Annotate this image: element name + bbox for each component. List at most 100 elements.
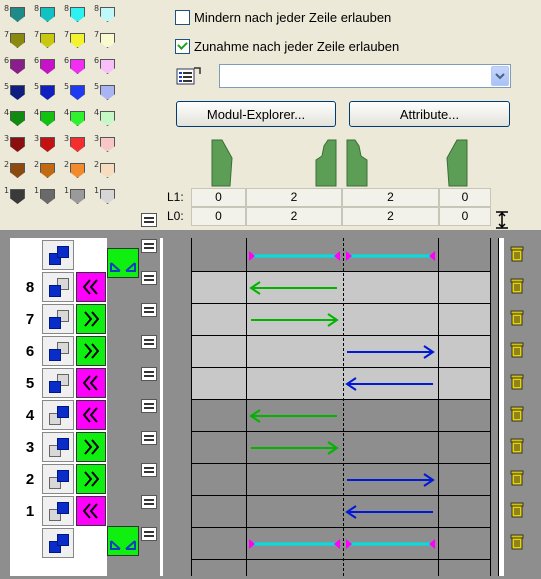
swatch-color-icon [10,163,25,178]
color-swatch[interactable]: 3 [34,135,60,157]
trash-icon[interactable] [509,374,525,390]
color-swatch[interactable]: 3 [64,135,90,157]
l0-cell[interactable]: 2 [342,207,439,226]
trash-icon[interactable] [509,438,525,454]
direction-left-button[interactable] [76,400,106,430]
trash-icon[interactable] [509,534,525,550]
l1-cell[interactable]: 0 [191,188,246,207]
color-swatch[interactable]: 4 [94,109,120,131]
color-swatch[interactable]: 6 [94,57,120,79]
l1-cell[interactable]: 2 [342,188,439,207]
color-swatch[interactable]: 7 [34,31,60,53]
chevron-down-icon[interactable] [491,66,509,86]
color-swatch[interactable]: 4 [4,109,30,131]
row-type-button[interactable] [42,432,74,462]
trash-icon[interactable] [509,502,525,518]
color-swatch[interactable]: 6 [4,57,30,79]
module-explorer-button[interactable]: Modul-Explorer... [176,101,336,127]
color-swatch[interactable]: 1 [34,187,60,209]
row-number: 4 [25,407,35,424]
turn-marker-icon[interactable] [107,526,139,556]
color-swatch[interactable]: 1 [64,187,90,209]
color-swatch[interactable]: 3 [94,135,120,157]
color-swatch[interactable]: 8 [94,5,120,27]
row-type-button[interactable] [42,400,74,430]
row-settings-icon[interactable] [141,431,157,445]
direction-right-button[interactable] [76,336,106,366]
direction-right-button[interactable] [76,464,106,494]
row-type-button[interactable] [42,528,74,558]
row-type-button[interactable] [42,304,74,334]
l0-cell[interactable]: 2 [246,207,342,226]
swatch-color-icon [70,189,85,204]
color-swatch[interactable]: 5 [34,83,60,105]
module-select[interactable] [219,64,511,88]
trash-icon[interactable] [509,278,525,294]
color-swatch[interactable]: 5 [94,83,120,105]
row-settings-icon[interactable] [141,399,157,413]
row-type-button[interactable] [42,464,74,494]
row-type-button[interactable] [42,240,74,270]
row-type-button[interactable] [42,368,74,398]
color-swatch[interactable]: 3 [4,135,30,157]
row-settings-icon[interactable] [141,495,157,509]
color-swatch[interactable]: 8 [64,5,90,27]
color-swatch[interactable]: 2 [64,161,90,183]
row-number: 2 [25,471,35,488]
swatch-number: 1 [4,186,10,195]
trash-icon[interactable] [509,342,525,358]
swatch-number: 8 [64,4,70,13]
trash-icon[interactable] [509,406,525,422]
color-swatch[interactable]: 4 [64,109,90,131]
color-swatch[interactable]: 8 [4,5,30,27]
color-swatch[interactable]: 7 [64,31,90,53]
color-swatch[interactable]: 2 [34,161,60,183]
color-swatch[interactable]: 2 [4,161,30,183]
l1-cell[interactable]: 2 [246,188,342,207]
decrease-option[interactable]: Mindern nach jeder Zeile erlauben [175,8,391,26]
color-swatch[interactable]: 7 [4,31,30,53]
color-swatch[interactable]: 7 [94,31,120,53]
direction-right-button[interactable] [76,432,106,462]
trash-icon[interactable] [509,470,525,486]
row-settings-icon[interactable] [141,463,157,477]
swatch-color-icon [100,137,115,152]
direction-right-button[interactable] [76,304,106,334]
row-settings-icon[interactable] [141,213,157,227]
color-swatch[interactable]: 2 [94,161,120,183]
row-settings-icon[interactable] [141,527,157,541]
trash-icon[interactable] [509,246,525,262]
direction-left-button[interactable] [76,496,106,526]
color-swatch[interactable]: 5 [4,83,30,105]
swatch-number: 5 [94,82,100,91]
attributes-button[interactable]: Attribute... [349,101,510,127]
color-swatch[interactable]: 5 [64,83,90,105]
row-settings-icon[interactable] [141,271,157,285]
row-settings-icon[interactable] [141,303,157,317]
double-chevron-right-icon [84,343,100,359]
resize-height-icon[interactable] [494,211,510,229]
color-swatch[interactable]: 1 [4,187,30,209]
direction-left-button[interactable] [76,272,106,302]
increase-checkbox[interactable] [175,38,190,54]
l1-cell[interactable]: 0 [439,188,491,207]
trash-icon[interactable] [509,310,525,326]
decrease-checkbox[interactable] [175,9,190,25]
color-swatch[interactable]: 1 [94,187,120,209]
increase-option[interactable]: Zunahme nach jeder Zeile erlauben [175,37,399,55]
row-type-button[interactable] [42,496,74,526]
l0-cell[interactable]: 0 [439,207,491,226]
swatch-row: 6 6 6 6 [4,55,124,81]
l0-cell[interactable]: 0 [191,207,246,226]
color-swatch[interactable]: 8 [34,5,60,27]
settings-list-icon[interactable] [176,66,202,86]
row-settings-icon[interactable] [141,367,157,381]
color-swatch[interactable]: 6 [34,57,60,79]
color-swatch[interactable]: 6 [64,57,90,79]
direction-left-button[interactable] [76,368,106,398]
row-settings-icon[interactable] [141,239,157,253]
color-swatch[interactable]: 4 [34,109,60,131]
row-settings-icon[interactable] [141,335,157,349]
row-type-button[interactable] [42,272,74,302]
row-type-button[interactable] [42,336,74,366]
